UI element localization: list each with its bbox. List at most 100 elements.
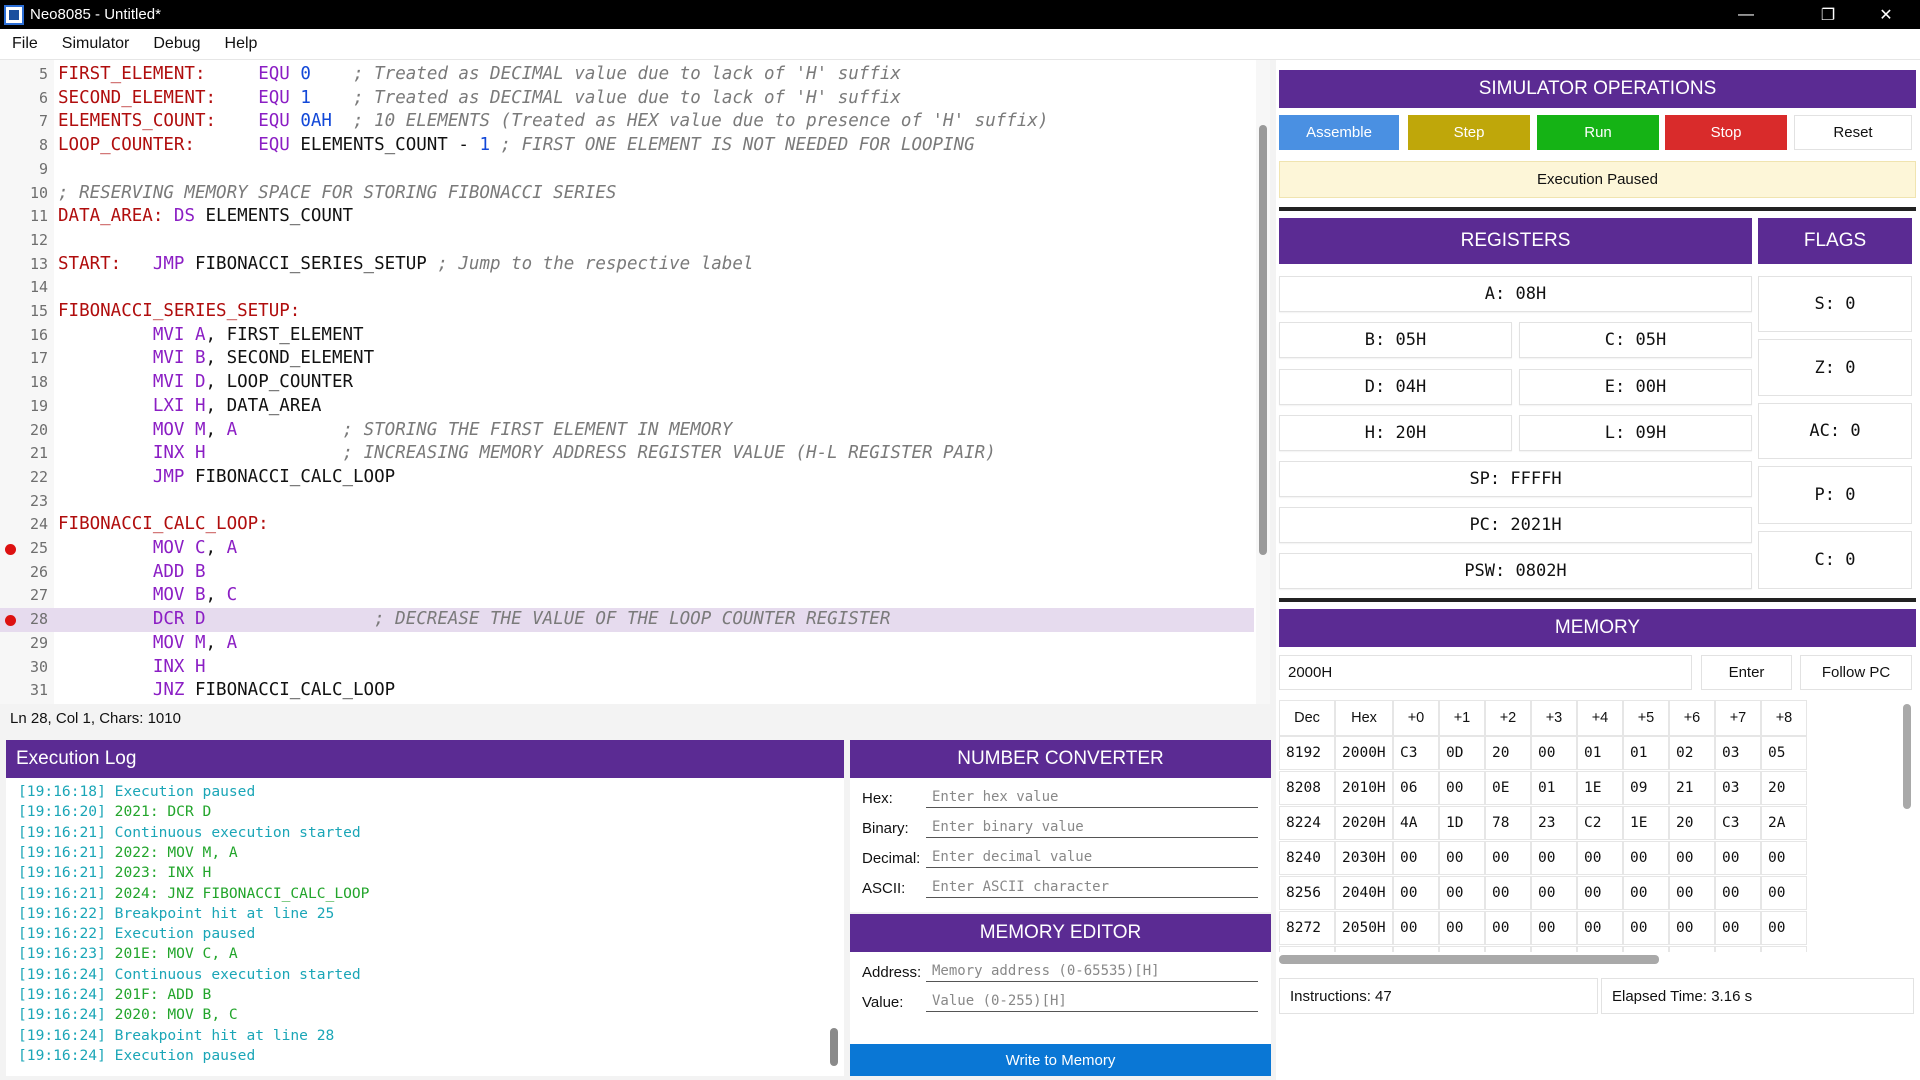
editor-scroll-thumb[interactable]	[1259, 125, 1267, 555]
menu-debug[interactable]: Debug	[141, 35, 212, 53]
run-button[interactable]: Run	[1537, 115, 1659, 150]
menu-simulator[interactable]: Simulator	[50, 35, 142, 53]
memory-byte-cell[interactable]: 20	[1485, 736, 1531, 770]
code-line[interactable]: 10 ; RESERVING MEMORY SPACE FOR STORING F…	[0, 182, 1254, 206]
code-line[interactable]: 16 MVI A, FIRST_ELEMENT	[0, 324, 1254, 348]
code-line[interactable]: 25 MOV C, A	[0, 537, 1254, 561]
memory-byte-cell[interactable]: 0D	[1439, 736, 1485, 770]
memory-byte-cell[interactable]: 1D	[1439, 806, 1485, 840]
memory-byte-cell[interactable]: 00	[1623, 946, 1669, 952]
memory-byte-cell[interactable]: 00	[1577, 841, 1623, 875]
code-line[interactable]: 9	[0, 158, 1254, 182]
code-line[interactable]: 23	[0, 490, 1254, 514]
code-line[interactable]: 29 MOV M, A	[0, 632, 1254, 656]
memory-byte-cell[interactable]: 00	[1623, 876, 1669, 910]
memory-byte-cell[interactable]: 00	[1485, 946, 1531, 952]
memory-byte-cell[interactable]: 1E	[1577, 771, 1623, 805]
memory-byte-cell[interactable]: 00	[1439, 876, 1485, 910]
memory-address-input[interactable]	[926, 960, 1258, 982]
code-line[interactable]: 13 START: JMP FIBONACCI_SERIES_SETUP ; Ju…	[0, 253, 1254, 277]
memory-byte-cell[interactable]: 78	[1485, 806, 1531, 840]
code-line[interactable]: 30 INX H	[0, 656, 1254, 680]
memory-byte-cell[interactable]: 03	[1715, 736, 1761, 770]
code-line[interactable]: 20 MOV M, A ; STORING THE FIRST ELEMENT …	[0, 419, 1254, 443]
memory-byte-cell[interactable]: 00	[1761, 876, 1807, 910]
memory-byte-cell[interactable]: C2	[1577, 806, 1623, 840]
memory-byte-cell[interactable]: 21	[1669, 771, 1715, 805]
memory-byte-cell[interactable]: 00	[1393, 876, 1439, 910]
code-line[interactable]: 12	[0, 229, 1254, 253]
memory-byte-cell[interactable]: 05	[1761, 736, 1807, 770]
memory-byte-cell[interactable]: 01	[1531, 771, 1577, 805]
menu-file[interactable]: File	[0, 35, 50, 53]
memory-byte-cell[interactable]: 2A	[1761, 806, 1807, 840]
memory-enter-button[interactable]: Enter	[1701, 655, 1792, 690]
memory-vscroll-thumb[interactable]	[1903, 704, 1911, 809]
code-line[interactable]: 15 FIBONACCI_SERIES_SETUP:	[0, 300, 1254, 324]
memory-byte-cell[interactable]: 00	[1623, 841, 1669, 875]
memory-byte-cell[interactable]: 00	[1761, 911, 1807, 945]
log-scroll-thumb[interactable]	[830, 1028, 838, 1066]
binary-input[interactable]	[926, 816, 1258, 838]
memory-byte-cell[interactable]: 00	[1531, 946, 1577, 952]
code-editor[interactable]: 5 FIRST_ELEMENT: EQU 0 ; Treated as DECIM…	[0, 60, 1270, 704]
memory-byte-cell[interactable]: 00	[1577, 946, 1623, 952]
memory-byte-cell[interactable]: 00	[1439, 771, 1485, 805]
memory-byte-cell[interactable]: 00	[1577, 876, 1623, 910]
memory-byte-cell[interactable]: 00	[1531, 841, 1577, 875]
memory-byte-cell[interactable]: 00	[1393, 946, 1439, 952]
code-line[interactable]: 17 MVI B, SECOND_ELEMENT	[0, 347, 1254, 371]
memory-byte-cell[interactable]: 00	[1531, 911, 1577, 945]
stop-button[interactable]: Stop	[1665, 115, 1787, 150]
code-line[interactable]: 26 ADD B	[0, 561, 1254, 585]
code-line[interactable]: 11 DATA_AREA: DS ELEMENTS_COUNT	[0, 205, 1254, 229]
step-button[interactable]: Step	[1408, 115, 1530, 150]
memory-byte-cell[interactable]: 00	[1669, 876, 1715, 910]
code-line[interactable]: 5 FIRST_ELEMENT: EQU 0 ; Treated as DECIM…	[0, 63, 1254, 87]
decimal-input[interactable]	[926, 846, 1258, 868]
ascii-input[interactable]	[926, 876, 1258, 898]
memory-byte-cell[interactable]: 00	[1531, 876, 1577, 910]
memory-byte-cell[interactable]: 01	[1623, 736, 1669, 770]
code-line[interactable]: 14	[0, 276, 1254, 300]
maximize-icon[interactable]: ❐	[1798, 0, 1858, 29]
minimize-icon[interactable]: —	[1716, 0, 1776, 29]
memory-byte-cell[interactable]: 00	[1761, 946, 1807, 952]
memory-value-input[interactable]	[926, 990, 1258, 1012]
memory-byte-cell[interactable]: 00	[1669, 946, 1715, 952]
memory-byte-cell[interactable]: C3	[1393, 736, 1439, 770]
memory-byte-cell[interactable]: 00	[1715, 841, 1761, 875]
assemble-button[interactable]: Assemble	[1279, 115, 1399, 150]
memory-byte-cell[interactable]: 00	[1393, 841, 1439, 875]
code-line[interactable]: 31 JNZ FIBONACCI_CALC_LOOP	[0, 679, 1254, 703]
code-line[interactable]: 7 ELEMENTS_COUNT: EQU 0AH ; 10 ELEMENTS (…	[0, 110, 1254, 134]
code-line[interactable]: 18 MVI D, LOOP_COUNTER	[0, 371, 1254, 395]
memory-byte-cell[interactable]: 00	[1439, 911, 1485, 945]
memory-byte-cell[interactable]: C3	[1715, 806, 1761, 840]
memory-byte-cell[interactable]: 03	[1715, 771, 1761, 805]
memory-byte-cell[interactable]: 00	[1531, 736, 1577, 770]
memory-byte-cell[interactable]: 00	[1623, 911, 1669, 945]
memory-byte-cell[interactable]: 1E	[1623, 806, 1669, 840]
hex-input[interactable]	[926, 786, 1258, 808]
reset-button[interactable]: Reset	[1794, 115, 1912, 150]
code-line[interactable]: 8 LOOP_COUNTER: EQU ELEMENTS_COUNT - 1 ; …	[0, 134, 1254, 158]
code-line[interactable]: 22 JMP FIBONACCI_CALC_LOOP	[0, 466, 1254, 490]
memory-hscroll-thumb[interactable]	[1279, 955, 1659, 964]
memory-byte-cell[interactable]: 20	[1761, 771, 1807, 805]
memory-byte-cell[interactable]: 00	[1393, 911, 1439, 945]
memory-byte-cell[interactable]: 00	[1577, 911, 1623, 945]
follow-pc-button[interactable]: Follow PC	[1800, 655, 1912, 690]
memory-byte-cell[interactable]: 00	[1439, 841, 1485, 875]
code-line[interactable]: 6 SECOND_ELEMENT: EQU 1 ; Treated as DECI…	[0, 87, 1254, 111]
menu-help[interactable]: Help	[213, 35, 270, 53]
memory-byte-cell[interactable]: 00	[1669, 841, 1715, 875]
memory-byte-cell[interactable]: 0E	[1485, 771, 1531, 805]
memory-address-field[interactable]	[1279, 655, 1692, 690]
memory-byte-cell[interactable]: 09	[1623, 771, 1669, 805]
memory-byte-cell[interactable]: 00	[1485, 911, 1531, 945]
memory-byte-cell[interactable]: 20	[1669, 806, 1715, 840]
code-line[interactable]: 28 DCR D ; DECREASE THE VALUE OF THE LOO…	[0, 608, 1254, 632]
memory-byte-cell[interactable]: 00	[1439, 946, 1485, 952]
memory-byte-cell[interactable]: 00	[1485, 876, 1531, 910]
